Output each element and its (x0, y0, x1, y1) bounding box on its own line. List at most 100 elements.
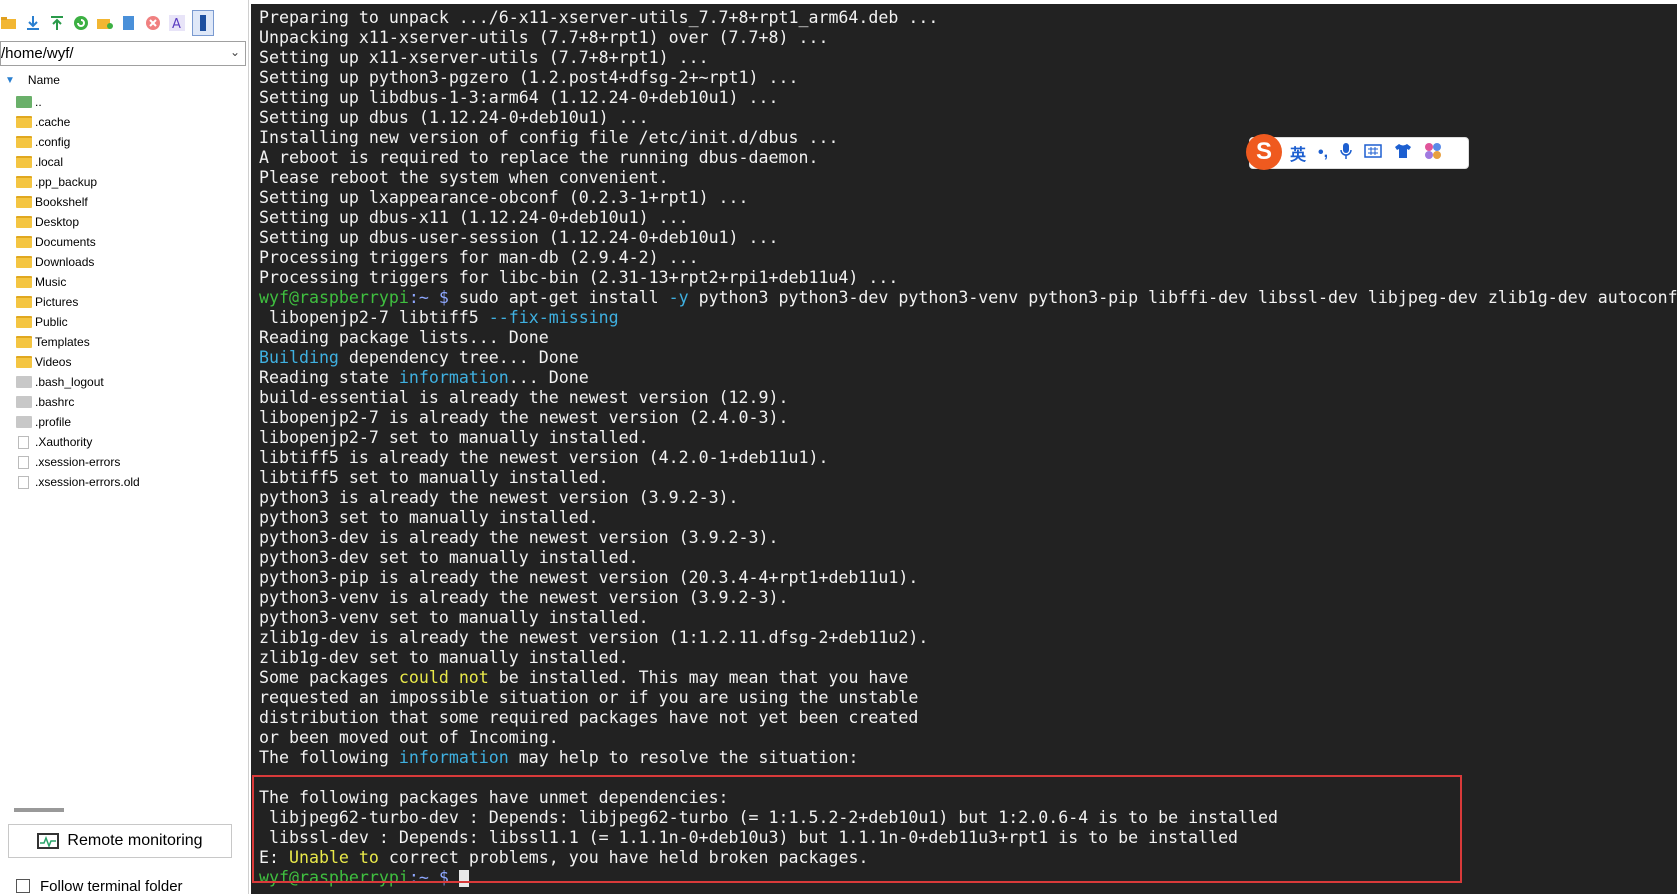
sogou-logo[interactable]: S (1246, 134, 1282, 170)
file-name: Music (35, 275, 67, 289)
file-list-item[interactable]: Desktop (16, 212, 246, 232)
terminal-text: Setting up libdbus-1-3:arm64 (1.12.24-0+… (259, 88, 779, 107)
file-icon (16, 376, 32, 388)
terminal-line: Please reboot the system when convenient… (259, 168, 1677, 188)
terminal-text: or been moved out of Incoming. (259, 728, 559, 747)
upload-icon[interactable] (48, 15, 65, 32)
ime-mode-toggle[interactable]: 英 (1290, 141, 1306, 165)
terminal-line: python3-venv is already the newest versi… (259, 588, 1677, 608)
terminal-text: python3-venv set to manually installed. (259, 608, 649, 627)
terminal-text: -y (668, 288, 689, 307)
file-list-item[interactable]: .pp_backup (16, 172, 246, 192)
file-list-item[interactable]: .Xauthority (16, 432, 246, 452)
terminal-text: python3 python3-dev python3-venv python3… (688, 288, 1677, 307)
file-icon (18, 475, 29, 489)
delete-icon[interactable] (144, 15, 161, 32)
file-list-item[interactable]: Bookshelf (16, 192, 246, 212)
file-list-item[interactable]: Documents (16, 232, 246, 252)
terminal-text: A reboot is required to replace the runn… (259, 148, 819, 167)
new-folder-icon[interactable] (96, 15, 113, 32)
file-list-item[interactable]: .bashrc (16, 392, 246, 412)
file-list-item[interactable]: Pictures (16, 292, 246, 312)
file-list-item[interactable]: .cache (16, 112, 246, 132)
remote-monitoring-button[interactable]: Remote monitoring (8, 824, 232, 858)
terminal-text: --fix-missing (488, 308, 619, 327)
folder-icon (16, 136, 32, 148)
terminal-line: Reading package lists... Done (259, 328, 1677, 348)
terminal-line: python3-dev is already the newest versio… (259, 528, 1677, 548)
terminal-text: The following (259, 748, 399, 767)
terminal-text: requested an impossible situation or if … (259, 688, 919, 707)
file-list-item[interactable]: .xsession-errors.old (16, 472, 246, 492)
file-list-item[interactable]: .. (16, 92, 246, 112)
terminal-line: libopenjp2-7 is already the newest versi… (259, 408, 1677, 428)
terminal-text: distribution that some required packages… (259, 708, 919, 727)
download-icon[interactable] (24, 15, 41, 32)
terminal-text: libtiff5 set to manually installed. (259, 468, 609, 487)
terminal-line: python3 set to manually installed. (259, 508, 1677, 528)
rename-icon[interactable]: A (168, 15, 185, 32)
file-list-item[interactable]: .profile (16, 412, 246, 432)
terminal-text: Setting up x11-xserver-utils (7.7+8+rpt1… (259, 48, 709, 67)
open-folder-icon[interactable] (0, 15, 17, 32)
file-list-item[interactable]: Videos (16, 352, 246, 372)
monitor-icon (37, 833, 60, 849)
terminal-text: correct problems, you have held broken p… (378, 848, 869, 867)
terminal-line: zlib1g-dev set to manually installed. (259, 648, 1677, 668)
file-list-item[interactable]: Music (16, 272, 246, 292)
chevron-down-icon[interactable]: ⌄ (230, 45, 240, 59)
remote-monitoring-label: Remote monitoring (67, 832, 203, 849)
file-list-item[interactable]: Templates (16, 332, 246, 352)
ime-toolbar[interactable]: S 英 •, (1246, 134, 1469, 170)
terminal-text: Please reboot the system when convenient… (259, 168, 669, 187)
file-name: .xsession-errors.old (35, 475, 140, 489)
file-icon (18, 455, 29, 469)
parent-folder-icon (16, 96, 32, 108)
svg-text:A: A (172, 17, 181, 31)
file-list-item[interactable]: .xsession-errors (16, 452, 246, 472)
apps-icon[interactable] (1424, 142, 1442, 165)
terminal-line: Setting up dbus-user-session (1.12.24-0+… (259, 228, 1677, 248)
folder-icon (16, 276, 32, 288)
file-list-item[interactable]: Public (16, 312, 246, 332)
terminal-text: python3-venv is already the newest versi… (259, 588, 789, 607)
terminal-line: libtiff5 set to manually installed. (259, 468, 1677, 488)
panel-splitter-handle[interactable] (14, 808, 64, 812)
skin-icon[interactable] (1394, 143, 1412, 164)
file-name: .. (35, 95, 42, 109)
terminal-line: libjpeg62-turbo-dev : Depends: libjpeg62… (259, 808, 1677, 828)
file-list-item[interactable]: .bash_logout (16, 372, 246, 392)
file-name: .bash_logout (35, 375, 104, 389)
terminal-text: python3-dev set to manually installed. (259, 548, 639, 567)
sort-triangle-icon: ▼ (5, 74, 15, 86)
terminal-line: Building dependency tree... Done (259, 348, 1677, 368)
terminal-line: Reading state information... Done (259, 368, 1677, 388)
terminal-text: Unpacking x11-xserver-utils (7.7+8+rpt1)… (259, 28, 829, 47)
file-list-item[interactable]: .local (16, 152, 246, 172)
mic-icon[interactable] (1340, 142, 1352, 165)
new-file-icon[interactable] (120, 15, 137, 32)
terminal-text: zlib1g-dev set to manually installed. (259, 648, 629, 667)
terminal-text: could not (398, 668, 489, 687)
terminal-line: Setting up x11-xserver-utils (7.7+8+rpt1… (259, 48, 1677, 68)
follow-terminal-checkbox[interactable] (16, 879, 30, 893)
terminal-area[interactable]: Preparing to unpack .../6-x11-xserver-ut… (251, 0, 1677, 894)
file-list-item[interactable]: .config (16, 132, 246, 152)
terminal-text: Processing triggers for libc-bin (2.31-1… (259, 268, 899, 287)
file-list-item[interactable]: Downloads (16, 252, 246, 272)
ime-punctuation-toggle[interactable]: •, (1318, 144, 1328, 162)
terminal-icon[interactable] (192, 10, 214, 36)
folder-icon (16, 336, 32, 348)
file-name: Documents (35, 235, 96, 249)
keyboard-icon[interactable] (1364, 143, 1382, 163)
terminal-top-border (251, 0, 1677, 4)
folder-icon (16, 236, 32, 248)
terminal-text: libopenjp2-7 set to manually installed. (259, 428, 649, 447)
terminal-text: libssl-dev : Depends: libssl1.1 (= 1.1.1… (259, 828, 1239, 847)
refresh-icon[interactable] (72, 15, 89, 32)
follow-terminal-folder-option[interactable]: Follow terminal folder (16, 876, 183, 896)
terminal-line: distribution that some required packages… (259, 708, 1677, 728)
terminal-line: Processing triggers for libc-bin (2.31-1… (259, 268, 1677, 288)
path-dropdown[interactable]: /home/wyf/ ⌄ (0, 41, 246, 66)
column-header[interactable]: ▼ Name (0, 70, 246, 90)
